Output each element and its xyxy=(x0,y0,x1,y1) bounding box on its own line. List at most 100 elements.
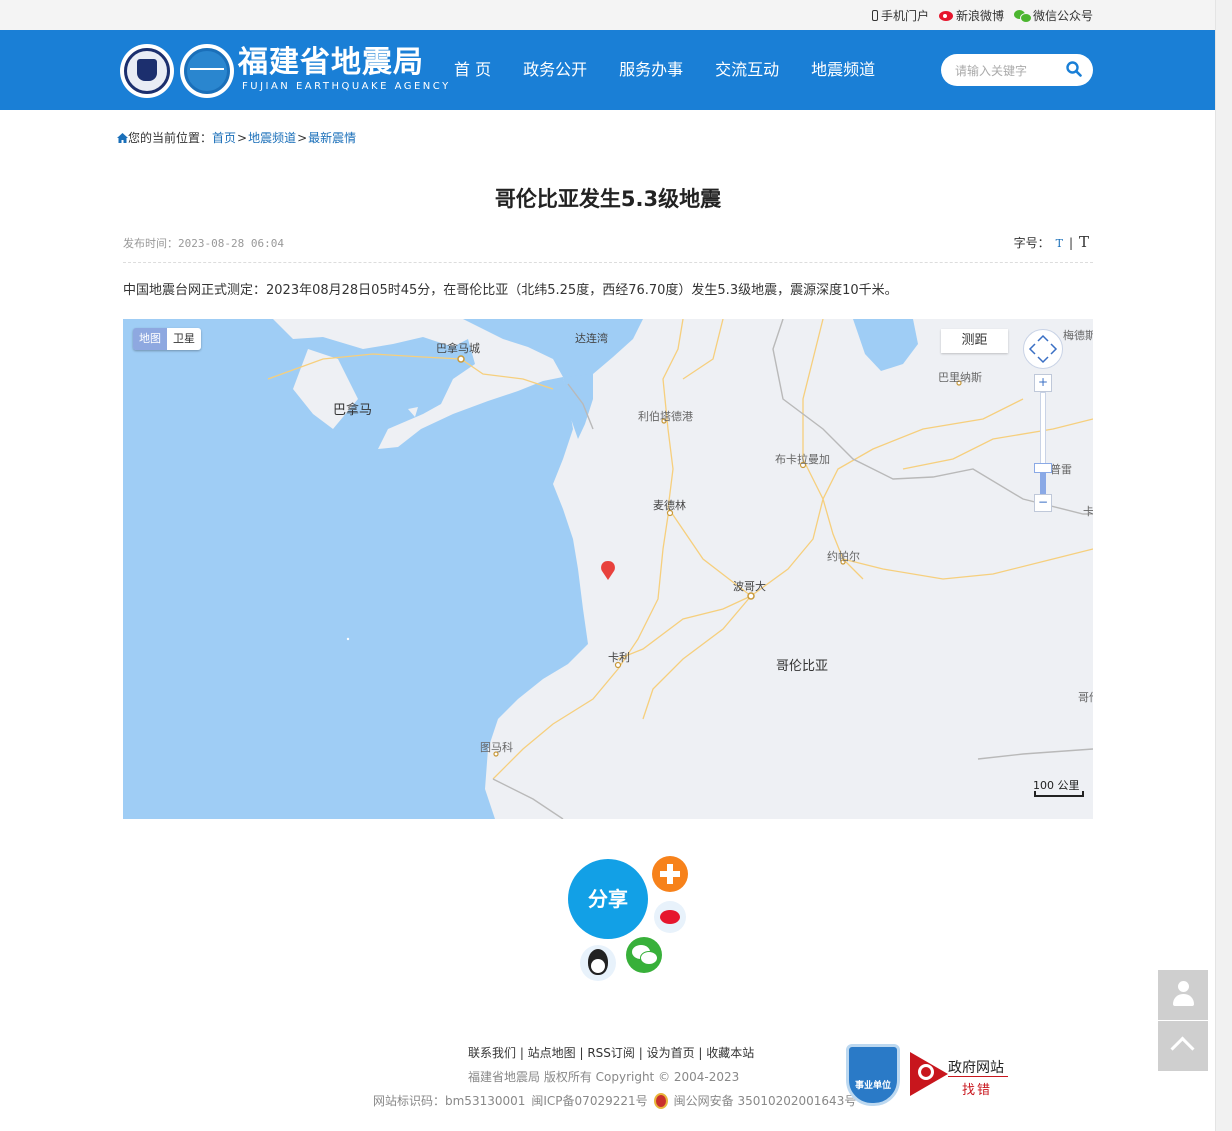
police-record-link[interactable]: 闽公网安备 35010202001643号 xyxy=(674,1092,857,1109)
breadcrumb-prefix: 您的当前位置： xyxy=(128,131,213,145)
gov-divider xyxy=(948,1076,1008,1077)
nav-government-affairs[interactable]: 政务公开 xyxy=(523,60,587,80)
weibo-label: 新浪微博 xyxy=(955,9,1004,23)
breadcrumb: 您的当前位置： 首页 > 地震频道 > 最新震情 xyxy=(117,129,356,146)
arrow-up-icon xyxy=(1170,1036,1195,1061)
breadcrumb-channel[interactable]: 地震频道 xyxy=(248,129,296,146)
main-nav: 首 页 政务公开 服务办事 交流互动 地震频道 xyxy=(454,60,907,80)
map-label-bucaramanga: 布卡拉曼加 xyxy=(775,453,830,466)
lake-maracaibo xyxy=(853,319,918,371)
map-label-tumaco: 图马科 xyxy=(480,741,513,754)
site-header: 福建省地震局 FUJIAN EARTHQUAKE AGENCY 首 页 政务公开… xyxy=(0,30,1215,110)
site-logo[interactable]: 福建省地震局 FUJIAN EARTHQUAKE AGENCY xyxy=(120,41,448,101)
font-size-sep: | xyxy=(1068,236,1073,250)
user-icon xyxy=(1173,981,1194,1009)
zoom-slider-handle[interactable] xyxy=(1034,463,1052,473)
nav-services[interactable]: 服务办事 xyxy=(619,60,683,80)
map-label-liberia: 利伯塔德港 xyxy=(638,410,693,423)
gov-site-error-report[interactable]: 政府网站 找错 xyxy=(910,1052,1010,1098)
map-type-switch: 地图 卫星 xyxy=(133,328,201,350)
colombia-ecuador-border xyxy=(492,778,564,819)
weibo-link[interactable]: 新浪微博 xyxy=(938,7,1004,24)
breadcrumb-sep: > xyxy=(237,130,248,145)
map-label-guanare: 普雷 xyxy=(1050,463,1072,476)
magnifier-icon xyxy=(918,1064,934,1080)
footer-copyright: 福建省地震局 版权所有 Copyright © 2004-2023 xyxy=(468,1070,740,1084)
nav-home[interactable]: 首 页 xyxy=(454,60,491,80)
map-label-panama-city: 巴拿马城 xyxy=(436,342,480,355)
top-links: 手机门户 新浪微博 微信公众号 xyxy=(871,7,1093,24)
fjea-emblem-icon xyxy=(180,44,234,98)
map-label-barinas: 巴里纳斯 xyxy=(938,371,982,384)
share-qq-icon[interactable] xyxy=(580,945,616,981)
article-meta: 发布时间：2023-08-28 06:04 字号： T | T xyxy=(123,233,1093,263)
search-input[interactable] xyxy=(953,61,1057,81)
font-large-button[interactable]: T xyxy=(1079,233,1089,251)
search-icon[interactable] xyxy=(1066,61,1082,77)
share-more-icon[interactable] xyxy=(652,856,688,892)
page-scrollbar[interactable] xyxy=(1215,0,1232,1131)
map-label-edge: 卡 xyxy=(1083,505,1093,518)
map-type-map-button[interactable]: 地图 xyxy=(133,328,167,350)
map-label-medellin: 麦德林 xyxy=(653,499,686,512)
nav-earthquake-channel[interactable]: 地震频道 xyxy=(811,60,875,80)
map-type-satellite-button[interactable]: 卫星 xyxy=(167,328,201,350)
wechat-icon xyxy=(1013,9,1032,23)
logo-title: 福建省地震局 xyxy=(238,45,424,80)
map-pan-control[interactable] xyxy=(1023,329,1063,369)
logo-subtitle: FUJIAN EARTHQUAKE AGENCY xyxy=(242,81,451,92)
share-button[interactable]: 分享 xyxy=(568,859,648,939)
wechat-link[interactable]: 微信公众号 xyxy=(1013,7,1093,24)
map-label-merida: 梅德斯 xyxy=(1063,329,1093,342)
mobile-portal-link[interactable]: 手机门户 xyxy=(871,7,929,24)
map-label-edge-2: 哥伦 xyxy=(1078,691,1093,704)
home-icon xyxy=(117,132,128,143)
epicenter-map[interactable]: 达连湾 巴拿马城 巴拿马 利伯塔德港 布卡拉曼加 麦德林 约帕尔 波哥大 卡利 … xyxy=(123,319,1093,819)
measure-distance-button[interactable]: 测距 xyxy=(941,329,1008,353)
wechat-label: 微信公众号 xyxy=(1032,9,1093,23)
share-weibo-icon[interactable] xyxy=(654,901,686,933)
search-box xyxy=(941,54,1093,86)
article-body: 中国地震台网正式测定：2023年08月28日05时45分，在哥伦比亚（北纬5.2… xyxy=(123,283,898,298)
map-scale: 100 公里 xyxy=(1033,777,1084,797)
nav-interaction[interactable]: 交流互动 xyxy=(715,60,779,80)
publish-date: 发布时间：2023-08-28 06:04 xyxy=(123,235,284,251)
weibo-icon xyxy=(938,10,953,21)
zoom-out-button[interactable]: − xyxy=(1034,494,1052,512)
breadcrumb-home[interactable]: 首页 xyxy=(212,129,236,146)
map-canvas xyxy=(123,319,1093,819)
pan-arrows-icon xyxy=(1028,334,1058,364)
user-float-button[interactable] xyxy=(1158,970,1208,1020)
font-size-label: 字号： xyxy=(1013,236,1050,250)
map-label-yopal: 约帕尔 xyxy=(827,550,860,563)
footer-registration: 网站标识码：bm53130001 闽ICP备07029221号 闽公网安备 35… xyxy=(373,1092,856,1109)
site-id: 网站标识码：bm53130001 xyxy=(373,1094,526,1108)
zoom-slider-fill xyxy=(1040,470,1046,496)
icp-link[interactable]: 闽ICP备07029221号 xyxy=(531,1092,647,1109)
share-wechat-icon[interactable] xyxy=(626,937,662,973)
gov-site-title: 政府网站 xyxy=(948,1060,1004,1076)
top-utility-bar: 手机门户 新浪微博 微信公众号 xyxy=(0,0,1215,30)
phone-icon xyxy=(871,10,878,21)
article-title: 哥伦比亚发生5.3级地震 xyxy=(494,187,722,211)
badge-label: 事业单位 xyxy=(854,1081,891,1091)
mobile-portal-label: 手机门户 xyxy=(880,9,929,23)
publish-date-value: 2023-08-28 06:04 xyxy=(178,237,284,250)
police-badge-icon xyxy=(653,1092,668,1109)
breadcrumb-latest[interactable]: 最新震情 xyxy=(308,129,356,146)
map-scale-bar xyxy=(1034,791,1084,797)
public-institution-badge[interactable]: 事业单位 xyxy=(846,1044,900,1106)
back-to-top-button[interactable] xyxy=(1158,1021,1208,1071)
share-widget: 分享 xyxy=(560,852,700,992)
map-label-dalian-gulf: 达连湾 xyxy=(575,332,608,345)
epicenter-marker xyxy=(601,561,615,580)
map-label-colombia: 哥伦比亚 xyxy=(776,659,829,674)
breadcrumb-sep: > xyxy=(297,130,308,145)
zoom-control: + − xyxy=(1034,374,1052,514)
zoom-in-button[interactable]: + xyxy=(1034,374,1052,392)
footer-links[interactable]: 联系我们 | 站点地图 | RSS订阅 | 设为首页 | 收藏本站 xyxy=(468,1044,754,1061)
shield-icon xyxy=(846,1044,900,1106)
map-label-cali: 卡利 xyxy=(608,651,630,664)
font-small-button[interactable]: T xyxy=(1056,237,1063,250)
cea-emblem-icon xyxy=(120,44,174,98)
